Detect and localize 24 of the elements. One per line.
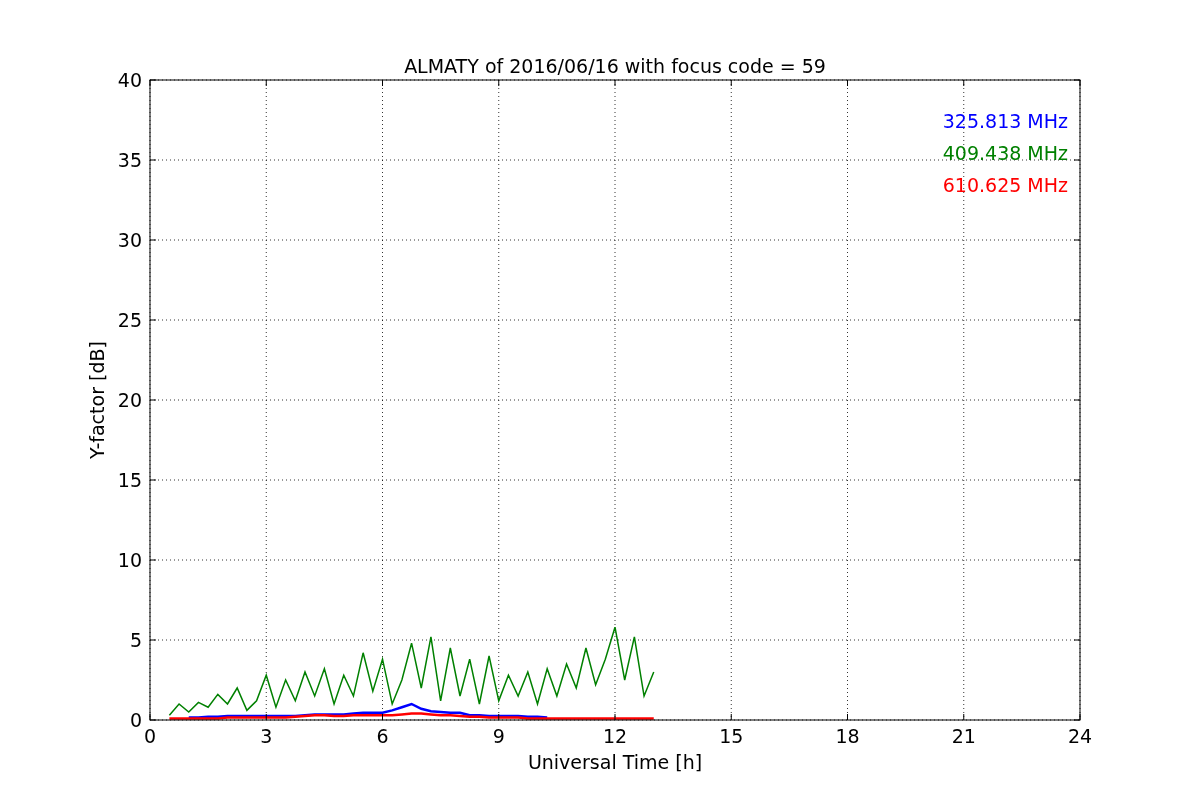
x-tick-label: 9 bbox=[492, 725, 505, 747]
y-tick-label: 40 bbox=[117, 69, 142, 91]
x-tick-label: 0 bbox=[143, 725, 157, 747]
y-tick-label: 0 bbox=[129, 709, 142, 731]
y-tick-label: 25 bbox=[117, 309, 142, 331]
y-tick-label: 30 bbox=[117, 229, 142, 251]
x-tick-label: 15 bbox=[719, 725, 744, 747]
legend-label: 610.625 MHz bbox=[942, 174, 1068, 196]
y-tick-label: 20 bbox=[117, 389, 142, 411]
chart-title: ALMATY of 2016/06/16 with focus code = 59 bbox=[404, 55, 826, 77]
x-tick-label: 6 bbox=[376, 725, 389, 747]
y-tick-label: 10 bbox=[117, 549, 142, 571]
y-tick-label: 5 bbox=[129, 629, 142, 651]
x-tick-label: 21 bbox=[951, 725, 976, 747]
y-tick-label: 15 bbox=[117, 469, 142, 491]
y-axis-label: Y-factor [dB] bbox=[86, 341, 108, 459]
x-tick-label: 12 bbox=[602, 725, 628, 747]
y-tick-label: 35 bbox=[117, 149, 142, 171]
legend-label: 409.438 MHz bbox=[942, 142, 1068, 164]
x-tick-label: 3 bbox=[260, 725, 273, 747]
legend-label: 325.813 MHz bbox=[942, 110, 1068, 132]
x-tick-label: 24 bbox=[1067, 725, 1093, 747]
x-tick-label: 18 bbox=[835, 725, 860, 747]
x-axis-label: Universal Time [h] bbox=[527, 751, 703, 773]
